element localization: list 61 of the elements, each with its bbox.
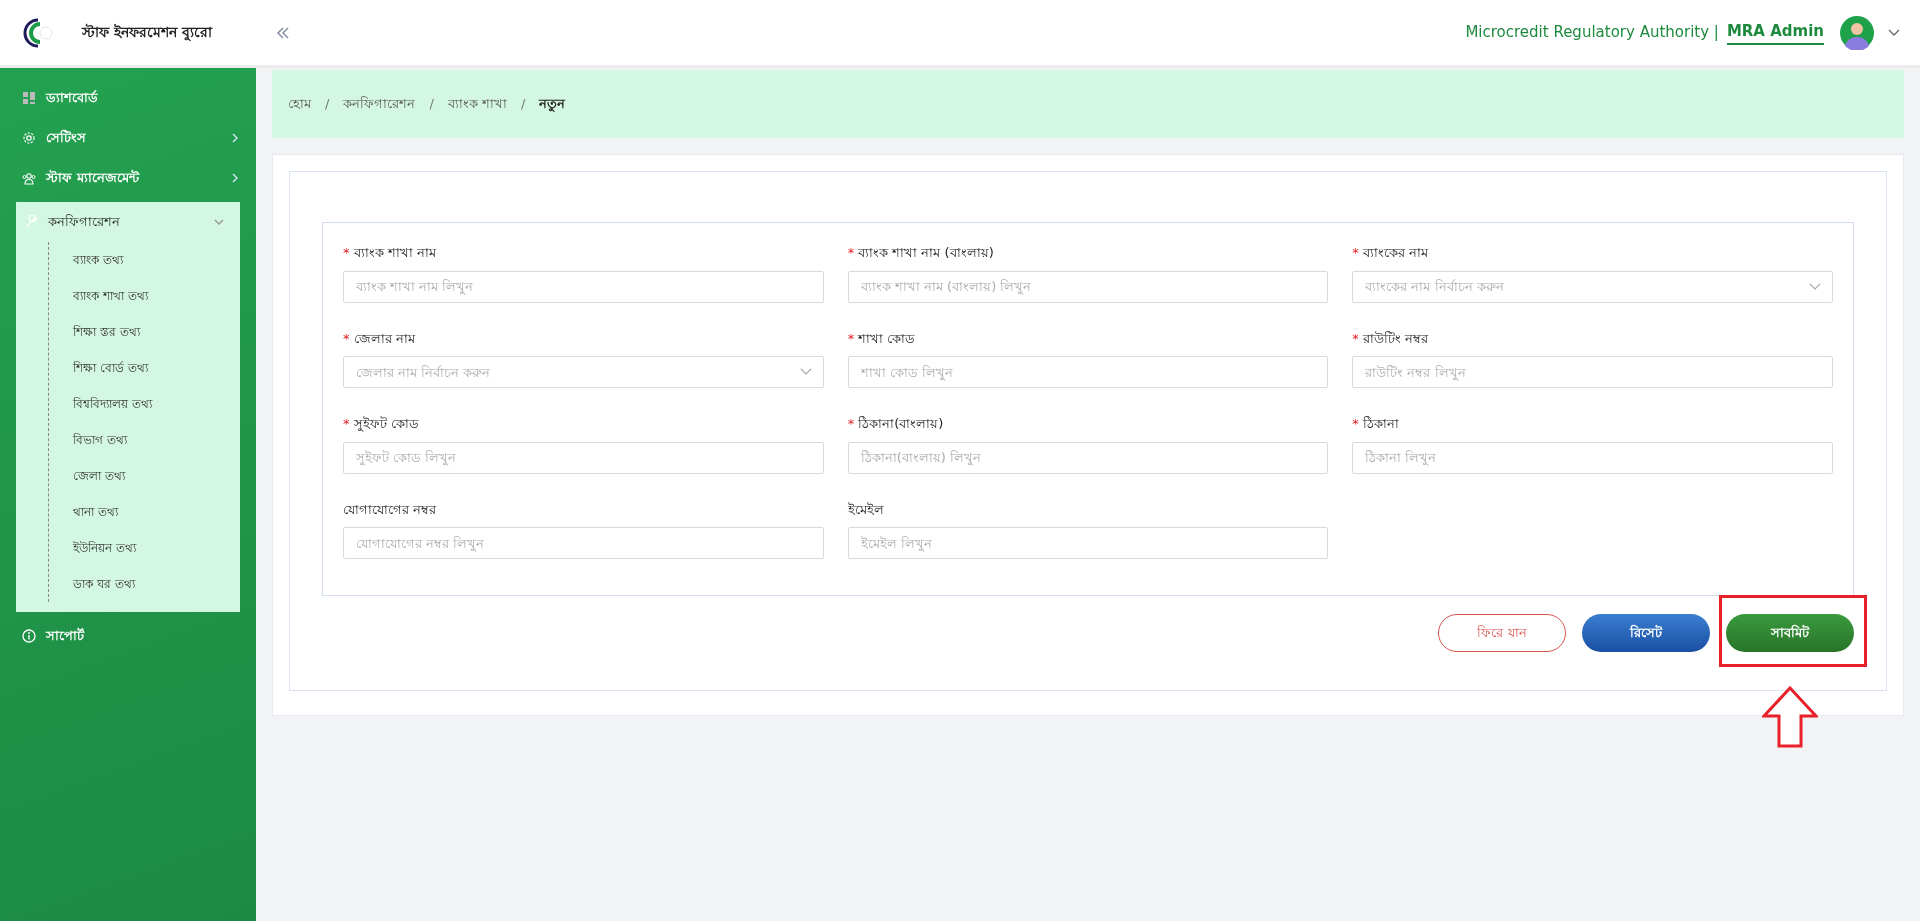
submenu-item[interactable]: থানা তথ্য (49, 494, 240, 530)
submenu-item[interactable]: বিশ্ববিদ্যালয় তথ্য (49, 386, 240, 422)
input-field[interactable]: ঠিকানা লিখুন (1352, 441, 1833, 474)
field-label: * রাউটিং নম্বর (1352, 329, 1430, 348)
input-field[interactable]: ঠিকানা(বাংলায়) লিখুন (847, 441, 1329, 474)
submenu-item[interactable]: শিক্ষা স্তর তথ্য (49, 314, 240, 350)
dashboard-icon (22, 91, 36, 105)
breadcrumb-link[interactable]: কনফিগারেশন (343, 94, 416, 114)
app-title: স্টাফ ইনফরমেশন ব্যুরো (82, 22, 214, 43)
input-field[interactable]: ব্যাংক শাখা নাম (বাংলায়) লিখুন (847, 270, 1329, 303)
field-label: যোগাযোগের নম্বর (343, 500, 438, 519)
submenu-item[interactable]: জেলা তথ্য (49, 458, 240, 494)
breadcrumb-separator: / (520, 95, 526, 114)
input-field[interactable]: সুইফট কোড লিখুন (343, 441, 824, 474)
sidebar-item[interactable]: স্টাফ ম্যানেজমেন্ট (0, 158, 256, 198)
select-field[interactable]: ব্যাংকের নাম নির্বাচন করুন (1352, 270, 1833, 303)
submit-button[interactable]: সাবমিট (1726, 614, 1854, 652)
field-label: * জেলার নাম (343, 329, 417, 348)
reset-button[interactable]: রিসেট (1582, 614, 1710, 652)
input-field[interactable]: শাখা কোড লিখুন (847, 356, 1329, 388)
settings-icon (22, 131, 36, 145)
breadcrumb-separator: / (325, 95, 330, 114)
sidebar-item[interactable]: সাপোর্ট (0, 616, 256, 656)
select-field[interactable]: জেলার নাম নির্বাচন করুন (343, 356, 824, 388)
breadcrumb-link[interactable]: হোম (288, 94, 311, 114)
user-name-link[interactable]: MRA Admin (1726, 20, 1824, 45)
field-label: ইমেইল (847, 500, 885, 519)
collapse-icon[interactable] (276, 26, 290, 39)
field-label: * ঠিকানা(বাংলায়) (847, 415, 945, 433)
submenu-item[interactable]: শিক্ষা বোর্ড তথ্য (49, 350, 240, 386)
organization-name: Microcredit Regulatory Authority | (1465, 22, 1719, 44)
field-label: * সুইফট কোড (343, 415, 420, 434)
field-label: * ব্যাংক শাখা নাম (343, 244, 438, 262)
chevron-right-icon[interactable] (230, 173, 240, 183)
submenu-item[interactable]: বিভাগ তথ্য (49, 422, 240, 458)
users-icon (22, 171, 36, 185)
breadcrumb-separator: / (429, 95, 434, 114)
input-field[interactable]: ব্যাংক শাখা নাম লিখুন (343, 270, 824, 303)
submenu-item[interactable]: ব্যাংক শাখা তথ্য (49, 278, 240, 314)
input-field[interactable]: ইমেইল লিখুন (847, 527, 1329, 559)
back-button[interactable]: ফিরে যান (1438, 614, 1566, 652)
field-label: * ব্যাংকের নাম (1352, 244, 1430, 262)
avatar-icon[interactable] (1840, 15, 1874, 50)
field-label: * ব্যাংক শাখা নাম (বাংলায়) (847, 244, 995, 262)
field-label: * শাখা কোড (847, 329, 917, 348)
breadcrumb-link[interactable]: ব্যাংক শাখা (447, 94, 507, 114)
breadcrumb-current: নতুন (539, 95, 566, 114)
sidebar-item[interactable]: কনফিগারেশন (16, 202, 240, 242)
submenu-item[interactable]: ইউনিয়ন তথ্য (49, 530, 240, 566)
chevron-down-icon (1809, 282, 1821, 291)
chevron-down-icon (799, 368, 812, 376)
input-field[interactable]: যোগাযোগের নম্বর লিখুন (343, 527, 824, 559)
chevron-right-icon[interactable] (230, 133, 240, 143)
submenu-item[interactable]: ডাক ঘর তথ্য (49, 566, 240, 602)
caret-icon[interactable] (1888, 28, 1900, 37)
input-field[interactable]: রাউটিং নম্বর লিখুন (1352, 356, 1833, 388)
chevron-down-icon[interactable] (214, 217, 224, 227)
submenu-item[interactable]: ব্যাংক তথ্য (49, 242, 240, 278)
field-label: * ঠিকানা (1352, 415, 1400, 433)
info-icon (22, 629, 36, 643)
wrench-icon (24, 215, 38, 229)
